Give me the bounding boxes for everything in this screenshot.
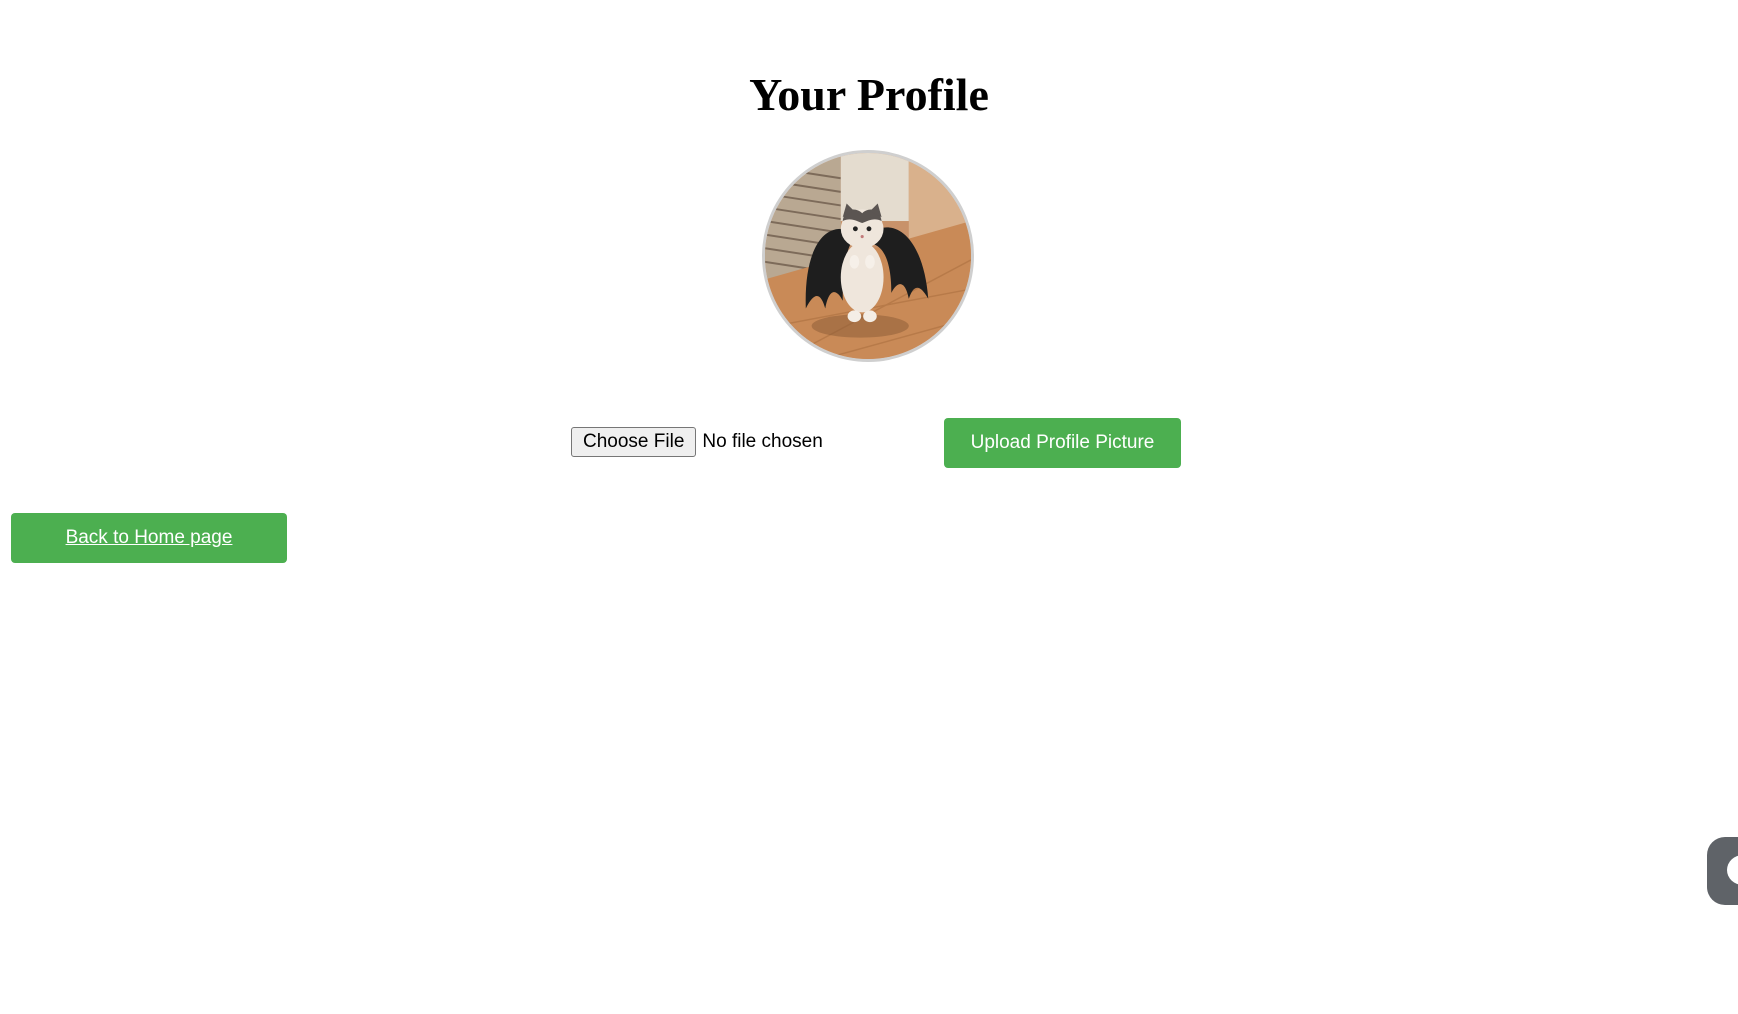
back-home-button[interactable]: Back to Home page	[11, 513, 287, 563]
upload-profile-picture-button[interactable]: Upload Profile Picture	[944, 418, 1181, 468]
chat-widget-button[interactable]	[1707, 837, 1738, 905]
profile-page: Your Profile Choose File No file chosen …	[0, 0, 1738, 1014]
avatar-image	[765, 153, 971, 359]
file-input[interactable]: Choose File No file chosen	[571, 427, 823, 457]
file-status-text: No file chosen	[702, 431, 823, 452]
page-title: Your Profile	[749, 69, 989, 120]
chat-icon	[1727, 855, 1738, 885]
profile-avatar	[762, 150, 974, 362]
choose-file-button[interactable]: Choose File	[571, 427, 697, 457]
back-home-link[interactable]: Back to Home page	[66, 527, 233, 549]
